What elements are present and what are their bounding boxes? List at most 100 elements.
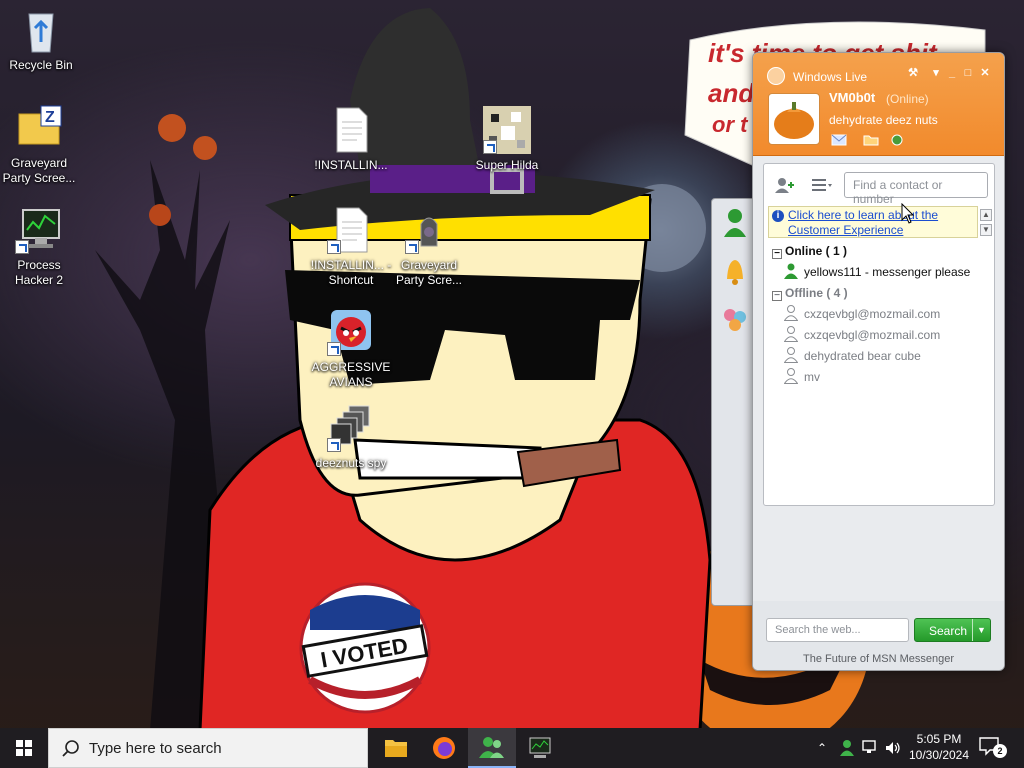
status-dropdown[interactable]: (Online) (886, 92, 929, 106)
desktop-icon-super-hilda[interactable]: Super Hilda (466, 106, 548, 173)
search-placeholder: Type here to search (89, 740, 222, 757)
shortcut-arrow-icon (483, 140, 497, 154)
chevron-down-icon[interactable]: ▼ (972, 619, 990, 641)
add-contact-button[interactable] (772, 174, 798, 196)
folder-zip-icon: Z (15, 104, 63, 152)
tab-notifications[interactable] (718, 253, 752, 289)
icon-label: !INSTALLIN... (314, 158, 388, 172)
messenger-tray-icon[interactable] (838, 738, 856, 758)
search-button-label: Search (929, 624, 968, 638)
contact-row[interactable]: cxzqevbgl@mozmail.com (783, 325, 941, 345)
file-explorer-icon (385, 740, 407, 757)
monitor-icon (529, 737, 551, 758)
display-name[interactable]: VM0b0t (829, 90, 875, 105)
collapse-toggle[interactable]: − (772, 291, 782, 301)
globe-icon[interactable] (889, 134, 905, 146)
shortcut-arrow-icon (327, 240, 341, 254)
shortcut-arrow-icon (327, 438, 341, 452)
desktop-icon-deeznuts-spy[interactable]: deeznuts spy (310, 404, 392, 471)
desktop-icon-recycle-bin[interactable]: Recycle Bin (0, 6, 82, 73)
desktop-icon-process-hacker[interactable]: Process Hacker 2 (0, 206, 80, 288)
messenger-bottom-bar: Search the web... Search ▼ The Future of… (753, 601, 1004, 670)
hanging-pumpkin (158, 114, 186, 142)
icon-label: Graveyard Party Scree... (2, 156, 76, 185)
notification-button[interactable]: 2 (978, 736, 1007, 760)
scroll-up-button[interactable]: ▲ (980, 209, 992, 221)
menu-dropdown-icon[interactable]: ▾ (929, 66, 943, 80)
icon-label: AGGRESSIVE AVIANS (311, 360, 391, 389)
document-icon (327, 106, 375, 154)
minimize-button[interactable]: _ (945, 66, 959, 80)
taskbar-firefox[interactable] (420, 728, 468, 768)
taskbar-process-hacker[interactable] (516, 728, 564, 768)
contact-row[interactable]: cxzqevbgl@mozmail.com (783, 304, 940, 324)
windows-start-icon (16, 740, 32, 756)
taskbar-search-box[interactable]: Type here to search (48, 728, 368, 768)
people-icon (724, 309, 746, 331)
firefox-icon (433, 737, 455, 759)
show-hidden-icons-button[interactable]: ⌃ (812, 728, 832, 768)
web-search-input[interactable]: Search the web... (766, 618, 909, 642)
desktop-icon-graveyard-shortcut[interactable]: Graveyard Party Scre... (388, 206, 470, 288)
notification-count-badge: 2 (993, 744, 1007, 758)
buddy-online-icon (784, 263, 798, 279)
clock-date[interactable]: 10/30/2024 (904, 748, 974, 762)
messenger-side-tabs (711, 198, 755, 606)
tab-people[interactable] (718, 301, 752, 337)
customer-experience-link[interactable]: Click here to learn about the Customer E… (788, 208, 968, 238)
contact-row[interactable]: mv (783, 367, 820, 387)
taskbar-messenger[interactable] (468, 728, 516, 768)
scroll-down-button[interactable]: ▼ (980, 224, 992, 236)
contact-name: yellows111 - messenger please (804, 265, 971, 279)
contact-row[interactable]: dehydrated bear cube (783, 346, 921, 366)
svg-text:Z: Z (45, 109, 55, 126)
window-title: Windows Live (793, 70, 868, 84)
group-online[interactable]: − Online ( 1 ) (772, 242, 847, 260)
find-contact-input[interactable]: Find a contact or number (844, 172, 988, 206)
group-label: Online ( 1 ) (785, 244, 848, 258)
buddy-offline-icon (783, 347, 799, 363)
search-icon (62, 740, 79, 757)
pixel-art-icon (483, 106, 531, 154)
monitor-icon (15, 206, 63, 254)
desktop-icon-installing[interactable]: !INSTALLIN... (310, 106, 392, 173)
butterfly-logo-icon (767, 67, 785, 85)
icon-label: !INSTALLIN... - Shortcut (310, 258, 392, 287)
network-icon[interactable] (862, 740, 880, 756)
group-offline[interactable]: − Offline ( 4 ) (772, 284, 848, 302)
list-view-button[interactable] (808, 174, 834, 196)
contact-row[interactable]: yellows111 - messenger please (784, 262, 970, 282)
maximize-button[interactable]: □ (961, 66, 975, 80)
tab-contacts[interactable] (718, 205, 752, 241)
volume-icon[interactable] (884, 740, 902, 756)
recycle-bin-icon (17, 6, 65, 54)
desktop-icon-installing-shortcut[interactable]: !INSTALLIN... - Shortcut (310, 206, 392, 288)
taskbar: Type here to search ⌃ 5:05 PM 10/30/2024… (0, 728, 1024, 768)
contact-list-panel: Find a contact or number i Click here to… (763, 163, 995, 506)
game-icon (405, 206, 453, 254)
buddy-offline-icon (783, 305, 799, 321)
contact-name: cxzqevbgl@mozmail.com (804, 328, 941, 342)
info-bar: i Click here to learn about the Customer… (768, 206, 978, 238)
folder-icon[interactable] (863, 134, 879, 146)
personal-message[interactable]: dehydrate deez nuts (829, 113, 938, 127)
icon-label: Process Hacker 2 (14, 258, 64, 287)
buddy-offline-icon (783, 368, 799, 384)
speech-line-2: and (708, 78, 755, 108)
start-button[interactable] (0, 728, 48, 768)
icon-label: Super Hilda (475, 158, 539, 172)
info-icon: i (772, 210, 784, 222)
taskbar-file-explorer[interactable] (372, 728, 420, 768)
close-button[interactable]: ✕ (978, 66, 992, 80)
tools-icon[interactable]: ⚒ (906, 66, 920, 80)
shortcut-arrow-icon (405, 240, 419, 254)
avatar[interactable] (768, 93, 820, 145)
collapse-toggle[interactable]: − (772, 249, 782, 259)
desktop-icon-aggressive-avians[interactable]: AGGRESSIVE AVIANS (310, 308, 392, 390)
mail-icon[interactable] (831, 134, 847, 146)
clock-time[interactable]: 5:05 PM (904, 732, 974, 746)
messenger-icon (479, 737, 504, 758)
desktop-icon-graveyard-zip[interactable]: Z Graveyard Party Scree... (0, 104, 80, 186)
contact-name: dehydrated bear cube (804, 349, 921, 363)
search-button[interactable]: Search ▼ (914, 618, 991, 642)
